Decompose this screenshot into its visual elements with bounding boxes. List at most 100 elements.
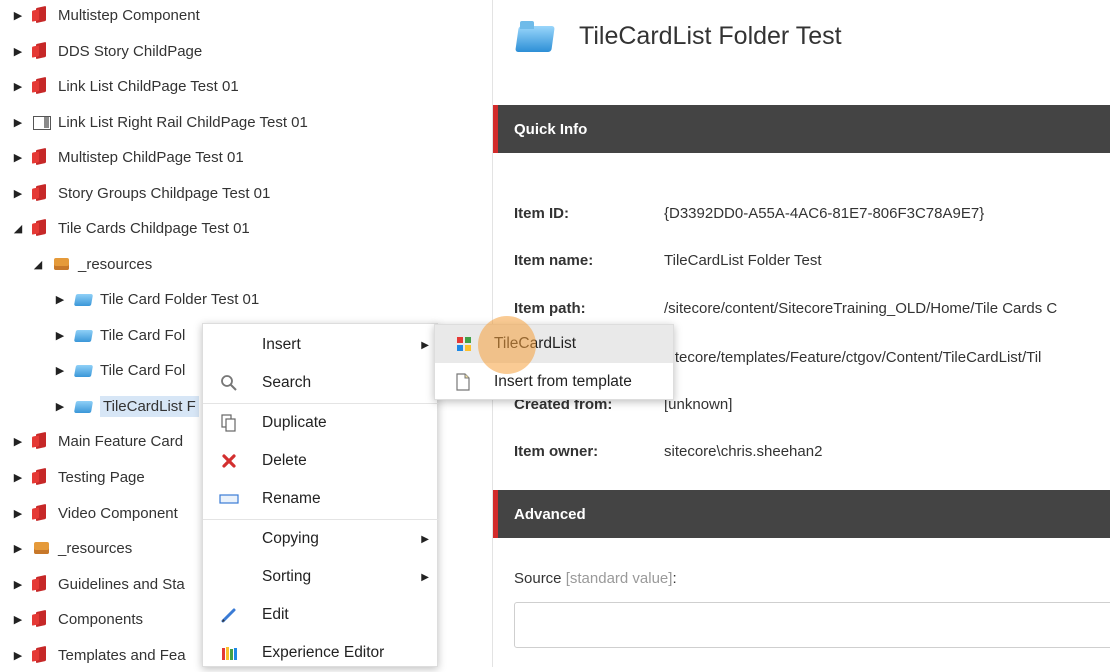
menu-item-label: Sorting — [262, 568, 312, 585]
tree-item-selected[interactable]: ▶ TileCardList F — [52, 389, 199, 423]
field-value[interactable]: /sitecore/content/SitecoreTraining_OLD/H… — [664, 300, 1057, 317]
menu-item-label: Search — [262, 374, 312, 391]
source-field-label: Source [standard value]: — [514, 570, 677, 587]
source-label-colon: : — [672, 570, 677, 587]
expand-arrow-icon[interactable]: ▶ — [10, 507, 26, 520]
folder-icon — [515, 18, 557, 56]
submenu-arrow-icon: ▶ — [421, 533, 429, 545]
box-icon — [32, 539, 52, 557]
tree-item[interactable]: ▶ Components — [10, 602, 143, 636]
tree-item[interactable]: ▶ Tile Card Folder Test 01 — [52, 282, 259, 316]
submenu-item-tilecardlist[interactable]: TileCardList — [435, 325, 673, 363]
expand-arrow-icon[interactable]: ▶ — [10, 578, 26, 591]
menu-item-experience-editor[interactable]: Experience Editor — [203, 634, 439, 672]
menu-item-duplicate[interactable]: Duplicate — [203, 404, 439, 442]
tree-item-label: _resources — [78, 255, 153, 273]
menu-item-sorting[interactable]: Sorting ▶ — [203, 558, 439, 596]
menu-item-insert[interactable]: Insert ▶ — [203, 326, 439, 364]
tree-item[interactable]: ▶ Video Component — [10, 496, 178, 530]
expand-arrow-icon[interactable]: ▶ — [10, 649, 26, 662]
source-input[interactable] — [514, 602, 1110, 648]
menu-item-edit[interactable]: Edit — [203, 596, 439, 634]
menu-item-label: Duplicate — [262, 414, 327, 431]
field-item-path: Item path: /sitecore/content/SitecoreTra… — [514, 300, 1057, 317]
context-menu: Insert ▶ Search Duplicate Delete Rename … — [202, 323, 439, 667]
field-value[interactable]: {D3392DD0-A55A-4AC6-81E7-806F3C78A9E7} — [664, 205, 984, 222]
tree-item[interactable]: ◢ _resources — [30, 247, 152, 281]
field-label: Item ID: — [514, 205, 570, 222]
expand-arrow-icon[interactable]: ▶ — [10, 435, 26, 448]
tree-item[interactable]: ▶ DDS Story ChildPage — [10, 34, 202, 68]
expand-arrow-icon[interactable]: ▶ — [10, 45, 26, 58]
field-value[interactable]: TileCardList Folder Test — [664, 252, 822, 269]
menu-item-label: Copying — [262, 530, 319, 547]
page-icon — [32, 42, 52, 60]
field-label: Item name: — [514, 252, 594, 269]
tree-item-label: TileCardList F — [100, 395, 199, 417]
right-rail-icon — [32, 113, 52, 131]
tree-item[interactable]: ▶ Testing Page — [10, 460, 145, 494]
field-value: sitecore\chris.sheehan2 — [664, 443, 823, 460]
expand-arrow-icon[interactable]: ▶ — [52, 400, 68, 413]
insert-submenu: TileCardList Insert from template — [434, 324, 674, 400]
tree-item[interactable]: ▶ Link List ChildPage Test 01 — [10, 69, 239, 103]
tree-item[interactable]: ▶ Templates and Fea — [10, 638, 186, 667]
tree-item-label: DDS Story ChildPage — [58, 42, 203, 60]
expand-arrow-icon[interactable]: ▶ — [10, 542, 26, 555]
tree-item-label: Templates and Fea — [58, 646, 186, 664]
collapse-arrow-icon[interactable]: ◢ — [30, 258, 46, 271]
tree-item[interactable]: ▶ Link List Right Rail ChildPage Test 01 — [10, 105, 308, 139]
tree-item-label: Link List Right Rail ChildPage Test 01 — [58, 113, 308, 131]
menu-item-copying[interactable]: Copying ▶ — [203, 520, 439, 558]
tree-item[interactable]: ▶ Guidelines and Sta — [10, 567, 185, 601]
section-title: Advanced — [514, 505, 586, 523]
menu-item-delete[interactable]: Delete — [203, 442, 439, 480]
page-icon — [32, 184, 52, 202]
tree-item-label: Components — [58, 610, 144, 628]
tree-item[interactable]: ◢ Tile Cards Childpage Test 01 — [10, 211, 250, 245]
field-value[interactable]: sitecore/templates/Feature/ctgov/Content… — [664, 349, 1041, 366]
expand-arrow-icon[interactable]: ▶ — [10, 116, 26, 129]
folder-icon — [74, 290, 94, 308]
tree-item[interactable]: ▶ _resources — [10, 531, 132, 565]
tree-item[interactable]: ▶ Multistep Component — [10, 0, 200, 32]
expand-arrow-icon[interactable]: ▶ — [10, 9, 26, 22]
expand-arrow-icon[interactable]: ▶ — [52, 329, 68, 342]
submenu-arrow-icon: ▶ — [421, 339, 429, 351]
tree-item-label: _resources — [58, 539, 133, 557]
quick-info-header[interactable]: Quick Info — [493, 105, 1110, 153]
page-icon — [32, 432, 52, 450]
tree-item[interactable]: ▶ Story Groups Childpage Test 01 — [10, 176, 271, 210]
expand-arrow-icon[interactable]: ▶ — [10, 80, 26, 93]
delete-icon — [219, 451, 239, 471]
menu-item-label: Rename — [262, 490, 321, 507]
expand-arrow-icon[interactable]: ▶ — [10, 187, 26, 200]
tree-item[interactable]: ▶ Tile Card Fol — [52, 353, 186, 387]
section-title: Quick Info — [514, 120, 588, 138]
expand-arrow-icon[interactable]: ▶ — [10, 613, 26, 626]
tree-item-label: Testing Page — [58, 468, 145, 486]
pencil-icon — [219, 605, 239, 625]
collapse-arrow-icon[interactable]: ◢ — [10, 222, 26, 235]
page-icon — [32, 219, 52, 237]
menu-item-label: Delete — [262, 452, 307, 469]
duplicate-icon — [219, 413, 239, 433]
tree-item[interactable]: ▶ Main Feature Card — [10, 424, 183, 458]
tree-item-label: Story Groups Childpage Test 01 — [58, 184, 271, 202]
menu-item-rename[interactable]: Rename — [203, 480, 439, 518]
tree-item[interactable]: ▶ Tile Card Fol — [52, 318, 186, 352]
page-title: TileCardList Folder Test — [579, 22, 842, 50]
page-icon — [32, 77, 52, 95]
advanced-header[interactable]: Advanced — [493, 490, 1110, 538]
submenu-item-label: TileCardList — [494, 335, 577, 352]
menu-item-search[interactable]: Search — [203, 364, 439, 402]
expand-arrow-icon[interactable]: ▶ — [10, 471, 26, 484]
expand-arrow-icon[interactable]: ▶ — [10, 151, 26, 164]
expand-arrow-icon[interactable]: ▶ — [52, 364, 68, 377]
tree-item[interactable]: ▶ Multistep ChildPage Test 01 — [10, 140, 244, 174]
tree-item-label: Multistep Component — [58, 6, 200, 24]
submenu-item-insert-from-template[interactable]: Insert from template — [435, 363, 673, 401]
submenu-arrow-icon: ▶ — [421, 571, 429, 583]
expand-arrow-icon[interactable]: ▶ — [52, 293, 68, 306]
folder-icon — [74, 361, 94, 379]
